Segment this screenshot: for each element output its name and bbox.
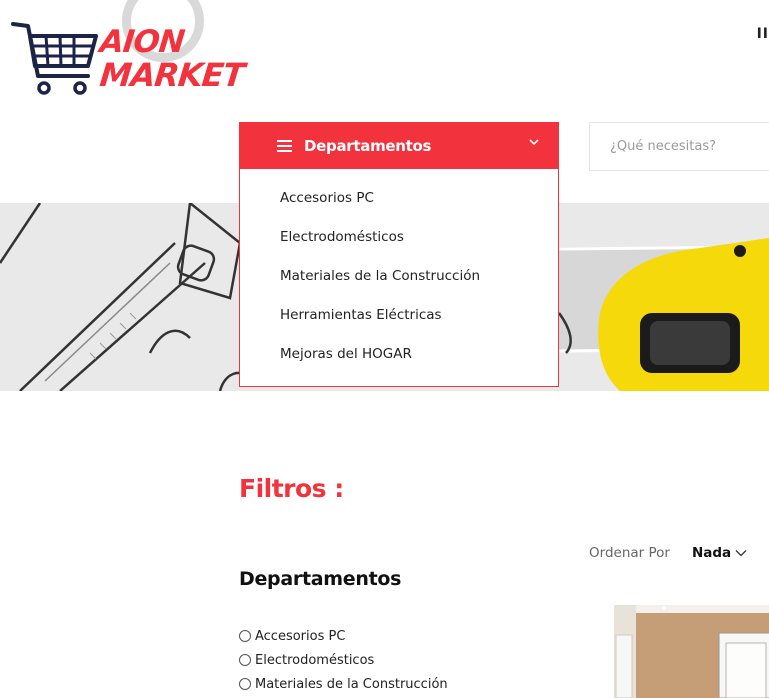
dropdown-item-accesorios-pc[interactable]: Accesorios PC [240,179,558,218]
logo-text-line1: AION [98,24,186,60]
search-input[interactable] [590,123,769,170]
departments-filter-list: Accesorios PC Electrodomésticos Material… [239,624,448,696]
filter-option-label: Accesorios PC [255,628,346,644]
filter-option-label: Electrodomésticos [255,652,375,668]
sort-value[interactable]: Nada [692,545,731,561]
filters-title: Filtros : [239,474,344,503]
filter-option-electrodomesticos[interactable]: Electrodomésticos [239,648,448,672]
departments-dropdown: Accesorios PC Electrodomésticos Material… [239,169,559,387]
radio-button[interactable] [239,654,251,666]
departments-filter-heading: Departamentos [239,568,402,590]
chevron-down-icon[interactable] [735,545,747,561]
chevron-down-icon [529,135,539,149]
room-photo [614,605,769,698]
filter-option-accesorios-pc[interactable]: Accesorios PC [239,624,448,648]
departments-button-label: Departamentos [304,136,432,155]
logo-text-line2: MARKET [98,56,246,94]
sort-control[interactable]: Ordenar Por Nada [589,545,747,561]
radio-button[interactable] [239,678,251,690]
search-box[interactable] [589,122,769,171]
dropdown-item-materiales-construccion[interactable]: Materiales de la Construcción [240,257,558,296]
header-menu-partial[interactable]: II [757,26,769,42]
dropdown-item-mejoras-hogar[interactable]: Mejoras del HOGAR [240,335,558,374]
product-image[interactable] [614,605,769,698]
filter-option-label: Materiales de la Construcción [255,676,448,692]
filter-option-materiales-construccion[interactable]: Materiales de la Construcción [239,672,448,696]
site-logo[interactable]: AION MARKET [10,0,246,105]
radio-button[interactable] [239,630,251,642]
shopping-cart-icon [11,22,98,95]
dropdown-item-electrodomesticos[interactable]: Electrodomésticos [240,218,558,257]
dropdown-item-herramientas-electricas[interactable]: Herramientas Eléctricas [240,296,558,335]
sort-label: Ordenar Por [589,545,670,561]
menu-icon [277,137,292,155]
departments-button[interactable]: Departamentos [239,122,559,169]
